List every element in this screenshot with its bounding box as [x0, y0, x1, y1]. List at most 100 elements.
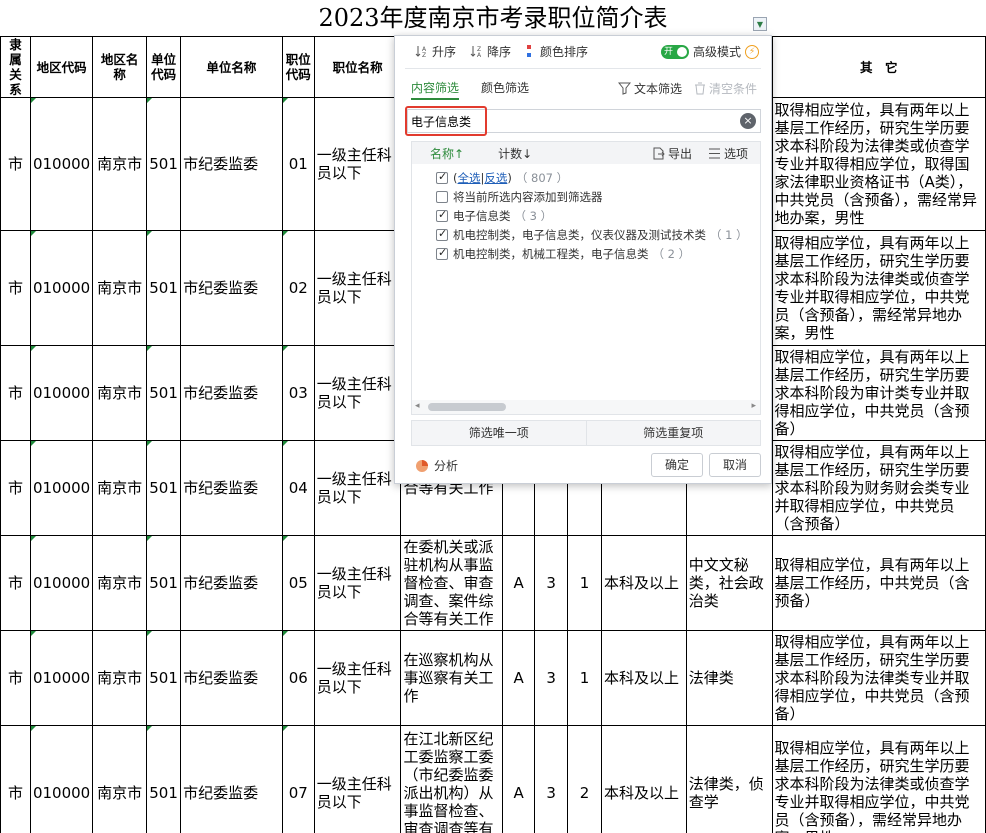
cell-relation[interactable]: 市	[0, 97, 31, 231]
clear-search-icon[interactable]: ×	[740, 113, 756, 129]
cell-duty[interactable]: 在巡察机构从事巡察有关工作	[400, 630, 504, 726]
checkbox[interactable]	[436, 227, 448, 241]
cell-relation[interactable]: 市	[0, 230, 31, 346]
cell-region-code[interactable]: 010000	[29, 630, 94, 726]
header-position-code[interactable]: 职位代码	[281, 36, 315, 98]
cell-count[interactable]: 3	[534, 630, 569, 726]
cell-relation[interactable]: 市	[0, 630, 31, 726]
cell-count[interactable]: 3	[534, 725, 569, 833]
cell-education[interactable]: 本科及以上	[601, 535, 687, 631]
list-item-add-to-filter[interactable]: 将当前所选内容添加到筛选器	[412, 187, 760, 206]
checkbox[interactable]	[436, 190, 448, 203]
scroll-right-icon[interactable]: ▸	[751, 401, 756, 411]
header-relation[interactable]: 隶属关系	[0, 36, 31, 98]
cell-position-code[interactable]: 06	[281, 630, 315, 726]
cell-region-code[interactable]: 010000	[29, 535, 94, 631]
advanced-mode[interactable]: 开 高级模式 ⚡	[660, 43, 759, 60]
cell-unit-name[interactable]: 市纪委监委	[180, 535, 283, 631]
cell-position-name[interactable]: 一级主任科员以下	[313, 630, 402, 726]
cell-region-name[interactable]: 南京市	[92, 725, 148, 833]
cell-position-name[interactable]: 一级主任科员以下	[313, 345, 402, 441]
cell-region-name[interactable]: 南京市	[92, 97, 148, 231]
list-item-select-all[interactable]: ( 全选 | 反选 ) （ 807 ）	[412, 168, 760, 187]
ok-button[interactable]: 确定	[651, 453, 703, 477]
cell-note[interactable]: 取得相应学位，具有两年以上基层工作经历，研究生学历要求本科阶段为审计类专业并取得…	[771, 345, 986, 441]
advanced-mode-toggle[interactable]: 开	[660, 44, 689, 59]
cell-note[interactable]: 取得相应学位，具有两年以上基层工作经历，研究生学历要求本科阶段为法律类或侦查学专…	[771, 97, 986, 231]
filter-duplicate-button[interactable]: 筛选重复项	[585, 421, 761, 445]
cell-unit-name[interactable]: 市纪委监委	[180, 440, 283, 536]
header-region-code[interactable]: 地区代码	[29, 36, 94, 98]
invert-selection-link[interactable]: 反选	[484, 170, 507, 186]
cell-unit-name[interactable]: 市纪委监委	[180, 630, 283, 726]
scrollbar-thumb[interactable]	[428, 403, 506, 411]
cell-region-code[interactable]: 010000	[29, 345, 94, 441]
cell-region-code[interactable]: 010000	[29, 97, 94, 231]
cell-position-code[interactable]: 07	[281, 725, 315, 833]
cell-unit-name[interactable]: 市纪委监委	[180, 230, 283, 346]
header-unit-name[interactable]: 单位名称	[180, 36, 283, 98]
sort-color-button[interactable]: 颜色排序	[525, 43, 588, 60]
sort-by-name-button[interactable]: 名称↑	[430, 145, 464, 162]
header-region-name[interactable]: 地区名称	[92, 36, 148, 98]
cell-unit-code[interactable]: 501	[146, 345, 182, 441]
checkbox[interactable]	[436, 170, 448, 184]
checkbox[interactable]	[436, 208, 448, 222]
cell-region-name[interactable]: 南京市	[92, 230, 148, 346]
cell-position-name[interactable]: 一级主任科员以下	[313, 535, 402, 631]
cell-unit-name[interactable]: 市纪委监委	[180, 345, 283, 441]
search-input[interactable]	[408, 111, 740, 131]
cancel-button[interactable]: 取消	[709, 453, 761, 477]
cell-duty[interactable]: 在江北新区纪工委监察工委（市纪委监委派出机构）从事监督检查、审查调查等有关工作	[400, 725, 504, 833]
cell-region-name[interactable]: 南京市	[92, 440, 148, 536]
cell-type[interactable]: A	[502, 725, 536, 833]
select-all-link[interactable]: 全选	[458, 170, 481, 186]
cell-position-code[interactable]: 05	[281, 535, 315, 631]
horizontal-scrollbar[interactable]: ◂ ▸	[412, 400, 760, 414]
cell-position-code[interactable]: 02	[281, 230, 315, 346]
sort-desc-button[interactable]: ZA 降序	[470, 43, 511, 60]
cell-region-name[interactable]: 南京市	[92, 630, 148, 726]
cell-region-code[interactable]: 010000	[29, 725, 94, 833]
options-button[interactable]: 选项	[708, 145, 748, 162]
filter-dropdown-button[interactable]: ▼	[753, 17, 767, 31]
tab-color-filter[interactable]: 颜色筛选	[481, 78, 529, 100]
header-unit-code[interactable]: 单位代码	[146, 36, 182, 98]
scroll-left-icon[interactable]: ◂	[415, 401, 420, 411]
text-filter-button[interactable]: 文本筛选	[617, 80, 682, 97]
cell-position-name[interactable]: 一级主任科员以下	[313, 725, 402, 833]
cell-note[interactable]: 取得相应学位，具有两年以上基层工作经历，研究生学历要求本科阶段为法律类或侦查学专…	[771, 725, 986, 833]
cell-ratio[interactable]: 1	[567, 535, 602, 631]
cell-unit-code[interactable]: 501	[146, 725, 182, 833]
cell-unit-code[interactable]: 501	[146, 535, 182, 631]
cell-unit-name[interactable]: 市纪委监委	[180, 97, 283, 231]
export-button[interactable]: 导出	[652, 145, 692, 162]
cell-region-code[interactable]: 010000	[29, 440, 94, 536]
list-item[interactable]: 机电控制类，机械工程类，电子信息类 （ 2 ）	[412, 244, 760, 263]
cell-relation[interactable]: 市	[0, 725, 31, 833]
cell-position-code[interactable]: 04	[281, 440, 315, 536]
clear-condition-button[interactable]: 清空条件	[694, 80, 757, 97]
cell-position-name[interactable]: 一级主任科员以下	[313, 230, 402, 346]
cell-unit-code[interactable]: 501	[146, 97, 182, 231]
cell-unit-code[interactable]: 501	[146, 630, 182, 726]
cell-unit-code[interactable]: 501	[146, 230, 182, 346]
cell-note[interactable]: 取得相应学位，具有两年以上基层工作经历，研究生学历要求本科阶段为法律类或侦查学专…	[771, 230, 986, 346]
cell-position-code[interactable]: 03	[281, 345, 315, 441]
sort-by-count-button[interactable]: 计数↓	[498, 145, 532, 162]
cell-duty[interactable]: 在委机关或派驻机构从事监督检查、审查调查、案件综合等有关工作	[400, 535, 504, 631]
header-position-name[interactable]: 职位名称	[313, 36, 402, 98]
list-item[interactable]: 机电控制类，电子信息类，仪表仪器及测试技术类 （ 1 ）	[412, 225, 760, 244]
cell-major[interactable]: 中文文秘类，社会政治类	[685, 535, 773, 631]
analysis-button[interactable]: 分析	[415, 457, 458, 474]
cell-position-name[interactable]: 一级主任科员以下	[313, 97, 402, 231]
cell-education[interactable]: 本科及以上	[601, 630, 687, 726]
filter-unique-button[interactable]: 筛选唯一项	[412, 421, 586, 445]
cell-ratio[interactable]: 2	[567, 725, 602, 833]
cell-relation[interactable]: 市	[0, 345, 31, 441]
cell-unit-name[interactable]: 市纪委监委	[180, 725, 283, 833]
cell-note[interactable]: 取得相应学位，具有两年以上基层工作经历，研究生学历要求本科阶段为财务财会类专业并…	[771, 440, 986, 536]
cell-region-name[interactable]: 南京市	[92, 535, 148, 631]
cell-position-name[interactable]: 一级主任科员以下	[313, 440, 402, 536]
cell-relation[interactable]: 市	[0, 440, 31, 536]
